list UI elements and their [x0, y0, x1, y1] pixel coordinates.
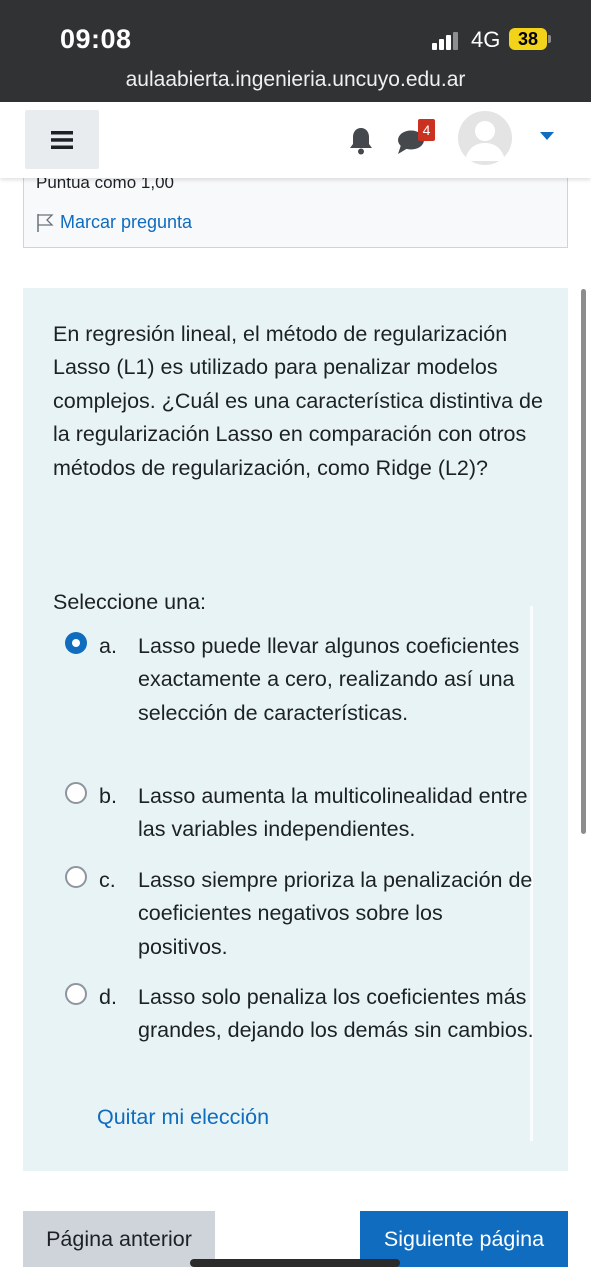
option-letter: c.: [99, 868, 116, 892]
clear-choice-link[interactable]: Quitar mi elección: [97, 1105, 269, 1130]
clock-time: 09:08: [60, 24, 132, 54]
select-one-prompt: Seleccione una:: [53, 590, 206, 614]
option-text[interactable]: Lasso solo penaliza los coeficientes más…: [138, 981, 538, 1048]
radio-button[interactable]: [65, 782, 87, 804]
radio-button[interactable]: [65, 866, 87, 888]
option-text[interactable]: Lasso puede llevar algunos coeficientes …: [138, 630, 538, 730]
address-bar-url[interactable]: aulaabierta.ingenieria.uncuyo.edu.ar: [0, 68, 591, 92]
previous-page-button[interactable]: Página anterior: [23, 1211, 215, 1267]
option-letter: a.: [99, 634, 117, 658]
radio-button-selected[interactable]: [65, 632, 87, 654]
flag-question-link[interactable]: Marcar pregunta: [60, 212, 192, 233]
question-text: En regresión lineal, el método de regula…: [53, 322, 543, 480]
top-navbar: 4: [0, 102, 591, 178]
messages-count-badge: 4: [418, 119, 435, 141]
option-letter: d.: [99, 985, 117, 1009]
radio-button[interactable]: [65, 983, 87, 1005]
signal-strength-icon: [432, 32, 462, 50]
option-text[interactable]: Lasso aumenta la multicolinealidad entre…: [138, 780, 538, 847]
page-scrollbar[interactable]: [581, 289, 586, 834]
battery-icon: 38: [509, 28, 547, 50]
home-indicator: [190, 1259, 400, 1267]
caret-down-icon[interactable]: [540, 132, 554, 140]
status-bar: 09:08 4G 38 aulaabierta.ingenieria.uncuy…: [0, 0, 591, 102]
option-letter: b.: [99, 784, 117, 808]
option-text[interactable]: Lasso siempre prioriza la penalización d…: [138, 864, 538, 964]
question-panel: En regresión lineal, el método de regula…: [23, 288, 568, 1171]
user-avatar[interactable]: [458, 111, 512, 165]
hamburger-menu-button[interactable]: [25, 110, 99, 169]
bell-icon[interactable]: [347, 126, 375, 156]
network-type: 4G: [471, 27, 501, 52]
flag-icon[interactable]: [36, 213, 54, 233]
user-silhouette-icon: [465, 121, 505, 161]
hamburger-icon: [51, 130, 73, 149]
battery-tip: [548, 35, 551, 43]
